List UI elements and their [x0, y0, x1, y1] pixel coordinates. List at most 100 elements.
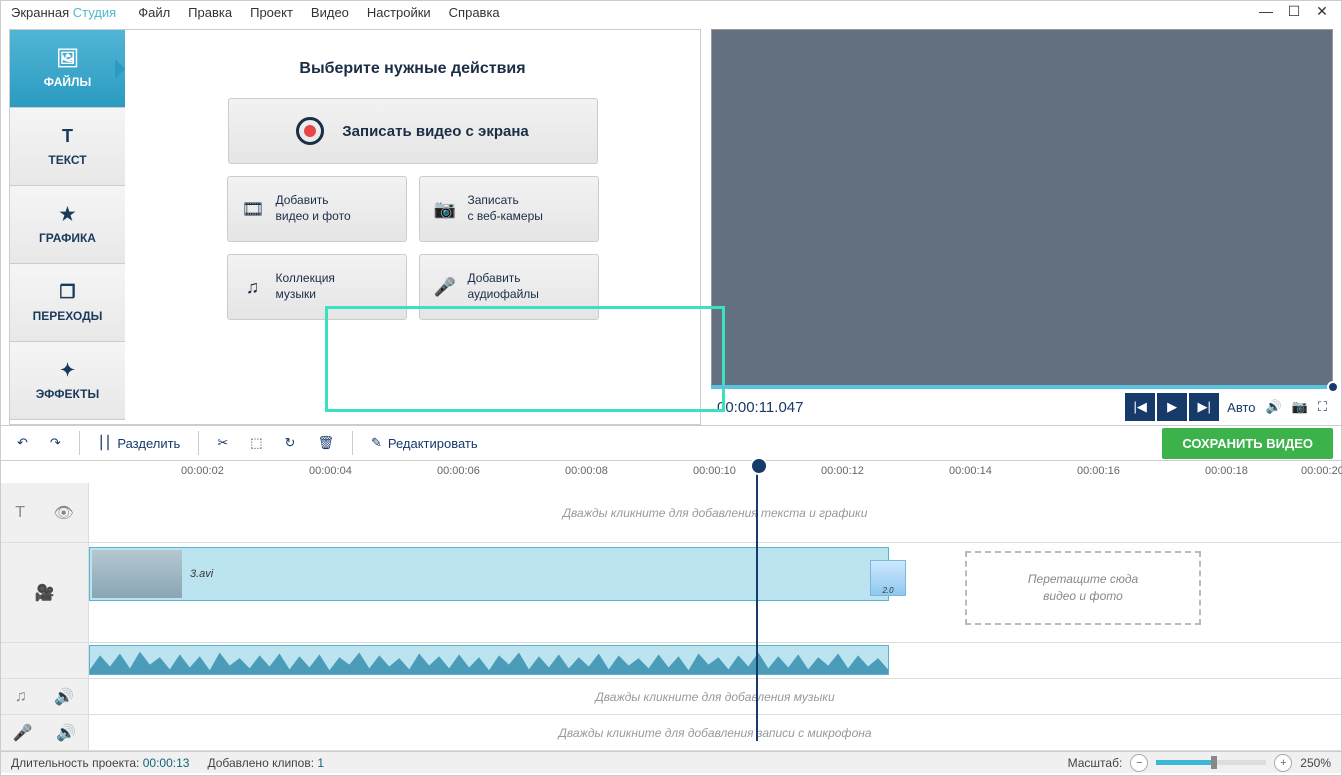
split-icon: ⎮⎮ — [98, 435, 112, 451]
grid-btn-label: Записать с веб-камеры — [468, 193, 543, 224]
menu-video[interactable]: Видео — [311, 5, 349, 20]
maximize-button[interactable]: ☐ — [1285, 3, 1303, 20]
menu-settings[interactable]: Настройки — [367, 5, 431, 20]
sidebar: 🖼 ФАЙЛЫ T ТЕКСТ ★ ГРАФИКА ❐ ПЕРЕХОДЫ ✦ Э… — [10, 30, 125, 424]
camera-icon: 🎥 — [35, 583, 55, 603]
text-track-icon: T — [15, 504, 25, 522]
content-title: Выберите нужные действия — [165, 60, 660, 78]
auto-label[interactable]: Авто — [1227, 400, 1255, 415]
time-ruler[interactable]: 00:00:02 00:00:04 00:00:06 00:00:08 00:0… — [1, 461, 1341, 483]
crop-button[interactable]: ⬚ — [242, 429, 270, 457]
save-video-button[interactable]: СОХРАНИТЬ ВИДЕО — [1162, 428, 1333, 459]
microphone-icon: 🎤 — [434, 277, 456, 298]
sidebar-tab-files[interactable]: 🖼 ФАЙЛЫ — [10, 30, 125, 108]
audio-track[interactable] — [1, 643, 1341, 679]
snapshot-icon[interactable]: 📷 — [1292, 399, 1308, 415]
audio-waveform[interactable] — [89, 645, 889, 675]
sidebar-tab-text[interactable]: T ТЕКСТ — [10, 108, 125, 186]
mic-icon: 🎤 — [13, 723, 33, 743]
duration-label: Длительность проекта: 00:00:13 — [11, 756, 189, 770]
grid-btn-label: Добавить видео и фото — [276, 193, 351, 224]
menu-edit[interactable]: Правка — [188, 5, 232, 20]
volume-icon[interactable]: 🔊 — [56, 723, 76, 743]
ruler-mark: 00:00:18 — [1205, 465, 1248, 477]
delete-button[interactable]: 🗑 — [309, 429, 342, 457]
progress-bar[interactable] — [711, 385, 1333, 389]
edit-button[interactable]: ✎Редактировать — [363, 429, 486, 457]
ruler-mark: 00:00:16 — [1077, 465, 1120, 477]
ruler-mark: 00:00:10 — [693, 465, 736, 477]
sidebar-tab-effects[interactable]: ✦ ЭФФЕКТЫ — [10, 342, 125, 420]
text-track-hint: Дважды кликните для добавления текста и … — [563, 506, 868, 520]
sidebar-tab-label: ФАЙЛЫ — [44, 75, 91, 89]
sidebar-tab-transitions[interactable]: ❐ ПЕРЕХОДЫ — [10, 264, 125, 342]
zoom-label: Масштаб: — [1068, 756, 1123, 770]
record-button-label: Записать видео с экрана — [342, 123, 528, 140]
ruler-mark: 00:00:08 — [565, 465, 608, 477]
record-screen-button[interactable]: Записать видео с экрана — [228, 98, 598, 164]
clip-name: 3.avi — [190, 568, 213, 580]
rotate-button[interactable]: ↻ — [277, 429, 304, 457]
zoom-in-button[interactable]: + — [1274, 754, 1292, 772]
undo-button[interactable]: ↶ — [9, 429, 36, 457]
menu-project[interactable]: Проект — [250, 5, 293, 20]
mic-track[interactable]: 🎤 🔊 Дважды кликните для добавления записи… — [1, 715, 1341, 751]
menubar: Экранная Студия Файл Правка Проект Видео… — [1, 1, 1341, 23]
highlight-box — [325, 306, 725, 412]
music-track-hint: Дважды кликните для добавления музыки — [595, 690, 834, 704]
transition-thumb[interactable]: 2.0 — [870, 560, 906, 596]
timecode: 00:00:11.047 — [717, 399, 1117, 416]
add-video-photo-button[interactable]: 🎞 Добавить видео и фото — [227, 176, 407, 242]
eye-icon[interactable]: 👁 — [53, 503, 73, 523]
progress-handle[interactable] — [1327, 381, 1339, 393]
volume-icon[interactable]: 🔊 — [1266, 399, 1282, 415]
music-list-icon: ♫ — [242, 277, 264, 298]
image-icon: 🖼 — [56, 48, 79, 69]
menu-file[interactable]: Файл — [138, 5, 170, 20]
music-collection-button[interactable]: ♫ Коллекция музыки — [227, 254, 407, 320]
text-icon: T — [62, 126, 73, 147]
volume-icon[interactable]: 🔊 — [54, 687, 74, 707]
clip-thumbnail — [92, 550, 182, 598]
sidebar-tab-graphics[interactable]: ★ ГРАФИКА — [10, 186, 125, 264]
grid-btn-label: Добавить аудиофайлы — [468, 271, 539, 302]
left-panel: 🖼 ФАЙЛЫ T ТЕКСТ ★ ГРАФИКА ❐ ПЕРЕХОДЫ ✦ Э… — [9, 29, 701, 425]
mic-track-hint: Дважды кликните для добавления записи с … — [558, 726, 871, 740]
drop-zone[interactable]: Перетащите сюда видео и фото — [965, 551, 1201, 625]
split-button[interactable]: ⎮⎮Разделить — [90, 429, 189, 457]
record-webcam-button[interactable]: 📷 Записать с веб-камеры — [419, 176, 599, 242]
clips-label: Добавлено клипов: 1 — [207, 756, 324, 770]
preview-panel: 00:00:11.047 |◀ ▶ ▶| Авто 🔊 📷 ⛶ — [711, 29, 1333, 425]
minimize-button[interactable]: — — [1257, 3, 1275, 20]
menu-items: Файл Правка Проект Видео Настройки Справ… — [138, 5, 499, 20]
play-button[interactable]: ▶ — [1157, 393, 1187, 421]
fullscreen-icon[interactable]: ⛶ — [1318, 399, 1327, 415]
text-track[interactable]: T 👁 Дважды кликните для добавления текста… — [1, 483, 1341, 543]
cut-button[interactable]: ✂ — [209, 429, 236, 457]
close-button[interactable]: ✕ — [1313, 3, 1331, 20]
statusbar: Длительность проекта: 00:00:13 Добавлено… — [1, 751, 1341, 773]
preview-video[interactable] — [711, 29, 1333, 386]
sidebar-tab-label: ЭФФЕКТЫ — [36, 387, 99, 401]
zoom-slider[interactable] — [1156, 760, 1266, 765]
record-icon — [296, 117, 324, 145]
music-track[interactable]: ♫🔊 Дважды кликните для добавления музыки — [1, 679, 1341, 715]
ruler-mark: 00:00:02 — [181, 465, 224, 477]
menu-help[interactable]: Справка — [449, 5, 500, 20]
redo-button[interactable]: ↷ — [42, 429, 69, 457]
grid-btn-label: Коллекция музыки — [276, 271, 335, 302]
playhead[interactable] — [756, 461, 758, 741]
window-controls: — ☐ ✕ — [1257, 3, 1331, 20]
sparkle-icon: ✦ — [60, 360, 75, 381]
prev-frame-button[interactable]: |◀ — [1125, 393, 1155, 421]
video-track[interactable]: 🎥 3.avi 2.0 Перетащите сюда видео и фото — [1, 543, 1341, 643]
video-clip[interactable]: 3.avi 2.0 — [89, 547, 889, 601]
sidebar-tab-label: ТЕКСТ — [48, 153, 86, 167]
add-audio-button[interactable]: 🎤 Добавить аудиофайлы — [419, 254, 599, 320]
zoom-out-button[interactable]: − — [1130, 754, 1148, 772]
ruler-mark: 00:00:14 — [949, 465, 992, 477]
ruler-mark: 00:00:04 — [309, 465, 352, 477]
ruler-mark: 00:00:12 — [821, 465, 864, 477]
next-frame-button[interactable]: ▶| — [1189, 393, 1219, 421]
timeline: 00:00:02 00:00:04 00:00:06 00:00:08 00:0… — [1, 461, 1341, 751]
